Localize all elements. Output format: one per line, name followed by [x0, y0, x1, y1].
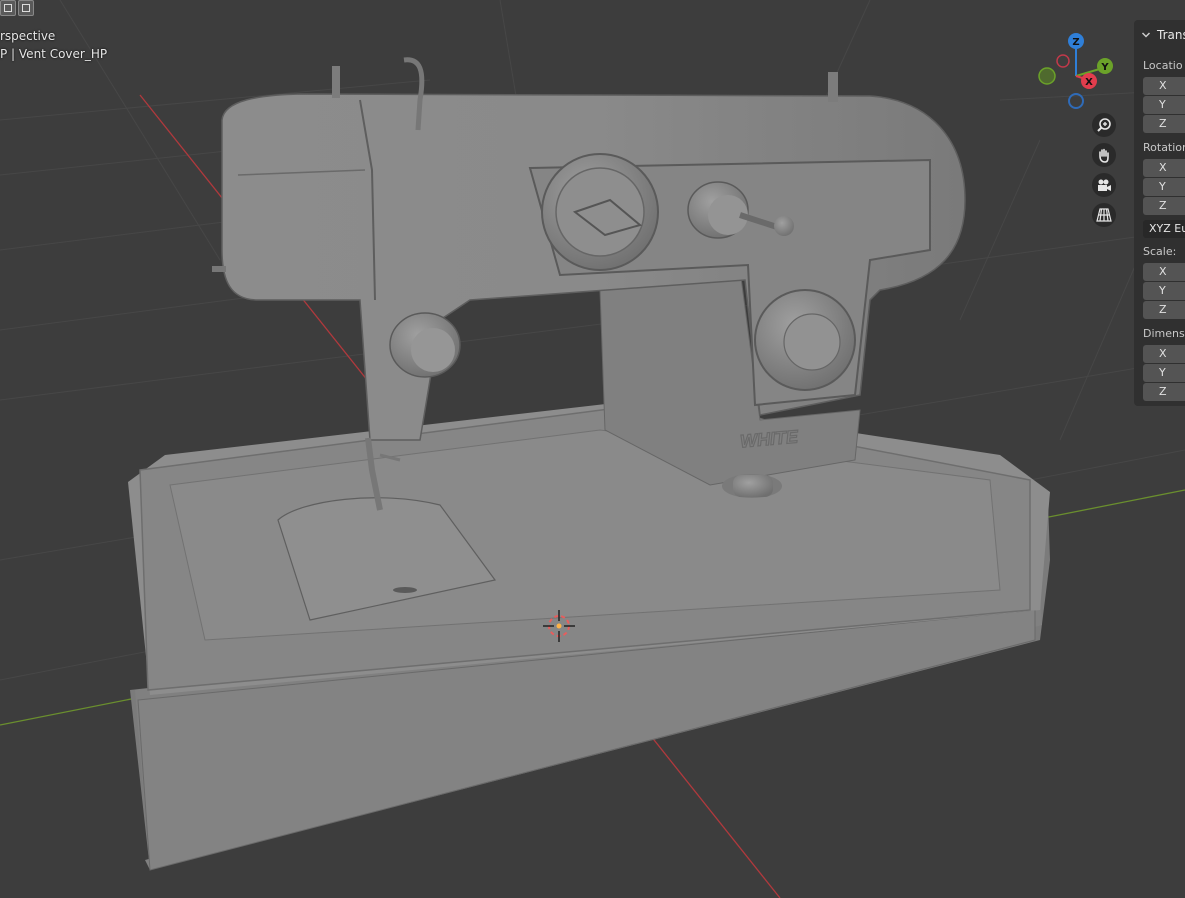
viewport-canvas[interactable]: WHITE Z Y X: [0, 0, 1185, 898]
axis-label-x: X: [1159, 347, 1167, 360]
axis-label-y: Y: [1159, 366, 1166, 379]
camera-view-button[interactable]: [1092, 173, 1116, 197]
dimensions-y-field[interactable]: Y: [1143, 364, 1185, 382]
axis-label-z: Z: [1159, 303, 1167, 316]
zoom-icon: [1097, 118, 1111, 132]
location-label: Locatio: [1143, 59, 1183, 72]
axis-label-y: Y: [1159, 180, 1166, 193]
scale-z-field[interactable]: Z: [1143, 301, 1185, 319]
object-info-label: P | Vent Cover_HP: [0, 47, 108, 61]
header-mode-icons: [0, 0, 34, 18]
gizmo-x-label: X: [1085, 77, 1093, 88]
gizmo-y-label: Y: [1100, 62, 1109, 73]
rotation-label: Rotation: [1143, 141, 1185, 154]
zoom-button[interactable]: [1092, 113, 1116, 137]
dimensions-label: Dimensi: [1143, 327, 1185, 340]
scale-x-field[interactable]: X: [1143, 263, 1185, 281]
axis-label-x: X: [1159, 79, 1167, 92]
pan-button[interactable]: [1092, 143, 1116, 167]
rotation-x-field[interactable]: X: [1143, 159, 1185, 177]
camera-icon: [1098, 179, 1111, 191]
location-y-field[interactable]: Y: [1143, 96, 1185, 114]
transform-panel-header[interactable]: Transf: [1134, 20, 1185, 50]
axis-label-z: Z: [1159, 117, 1167, 130]
axis-label-y: Y: [1159, 98, 1166, 111]
dimensions-x-field[interactable]: X: [1143, 345, 1185, 363]
grid-perspective-icon: [1096, 208, 1112, 222]
rotation-z-field[interactable]: Z: [1143, 197, 1185, 215]
hand-pan-icon: [1099, 148, 1109, 163]
chevron-down-icon: [1141, 32, 1151, 38]
select-mode-icon[interactable]: [0, 0, 16, 16]
navigation-gizmo[interactable]: Z Y X: [1038, 33, 1113, 109]
gizmo-neg-y[interactable]: [1038, 67, 1056, 85]
dimensions-z-field[interactable]: Z: [1143, 383, 1185, 401]
transform-panel-title: Transf: [1157, 28, 1185, 42]
axis-label-x: X: [1159, 161, 1167, 174]
axis-label-z: Z: [1159, 385, 1167, 398]
sewing-machine-model[interactable]: WHITE: [128, 57, 1050, 871]
overlay-mode-icon[interactable]: [18, 0, 34, 16]
axis-label-z: Z: [1159, 199, 1167, 212]
gizmo-neg-x[interactable]: [1056, 54, 1070, 68]
rotation-y-field[interactable]: Y: [1143, 178, 1185, 196]
scale-y-field[interactable]: Y: [1143, 282, 1185, 300]
location-z-field[interactable]: Z: [1143, 115, 1185, 133]
sidebar-transform-panel: Transf Locatio X Y Z Rotation X Y Z XYZ …: [1134, 20, 1185, 406]
location-x-field[interactable]: X: [1143, 77, 1185, 95]
axis-label-y: Y: [1159, 284, 1166, 297]
perspective-toggle-button[interactable]: [1092, 203, 1116, 227]
3d-viewport[interactable]: WHITE Z Y X: [0, 0, 1185, 898]
rotation-mode-select[interactable]: XYZ Eu: [1143, 220, 1185, 238]
axis-label-x: X: [1159, 265, 1167, 278]
gizmo-z-label: Z: [1072, 37, 1079, 48]
view-name-label: rspective: [0, 29, 56, 43]
scale-label: Scale:: [1143, 245, 1177, 258]
